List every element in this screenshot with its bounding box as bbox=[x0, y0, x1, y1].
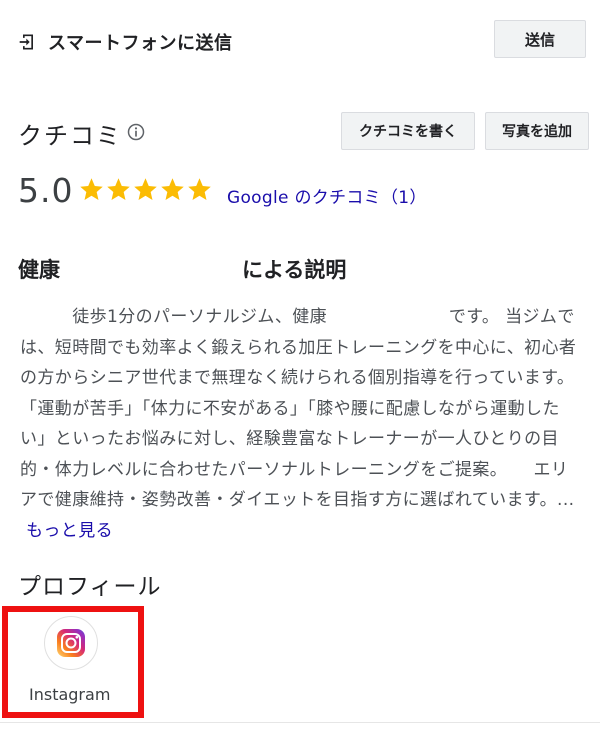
instagram-label[interactable]: Instagram bbox=[29, 685, 110, 704]
profile-heading: プロフィール bbox=[18, 574, 162, 600]
star-rating bbox=[78, 176, 213, 203]
star-icon bbox=[161, 178, 184, 200]
info-icon[interactable] bbox=[126, 122, 146, 142]
description-heading: 健康 による説明 bbox=[18, 254, 378, 284]
description-heading-part1: 健康 bbox=[18, 258, 60, 282]
description-text-block: 徒歩1分のパーソナルジム、健康 です。 当ジムでは、短時間でも効率よく鍛えられる… bbox=[20, 302, 585, 546]
description-text: 徒歩1分のパーソナルジム、健康 です。 当ジムでは、短時間でも効率よく鍛えられる… bbox=[20, 307, 577, 510]
star-icon bbox=[188, 178, 211, 200]
instagram-link[interactable] bbox=[44, 616, 98, 670]
reviews-title: クチコミ bbox=[18, 122, 122, 150]
more-link[interactable]: もっと見る bbox=[26, 521, 113, 541]
description-heading-part2: による説明 bbox=[242, 258, 347, 282]
rating-value: 5.0 bbox=[18, 171, 74, 210]
star-icon bbox=[107, 178, 130, 200]
star-icon bbox=[134, 178, 157, 200]
send-button[interactable]: 送信 bbox=[494, 20, 586, 58]
instagram-icon bbox=[57, 629, 85, 657]
star-icon bbox=[80, 178, 103, 200]
google-reviews-link[interactable]: Google のクチコミ（1） bbox=[227, 183, 427, 208]
divider bbox=[0, 722, 600, 723]
write-review-button[interactable]: クチコミを書く bbox=[341, 112, 475, 150]
add-photo-button[interactable]: 写真を追加 bbox=[485, 112, 589, 150]
send-to-phone-row[interactable]: スマートフォンに送信 bbox=[18, 26, 232, 58]
send-to-device-icon bbox=[19, 34, 33, 50]
send-to-phone-label: スマートフォンに送信 bbox=[48, 33, 233, 54]
